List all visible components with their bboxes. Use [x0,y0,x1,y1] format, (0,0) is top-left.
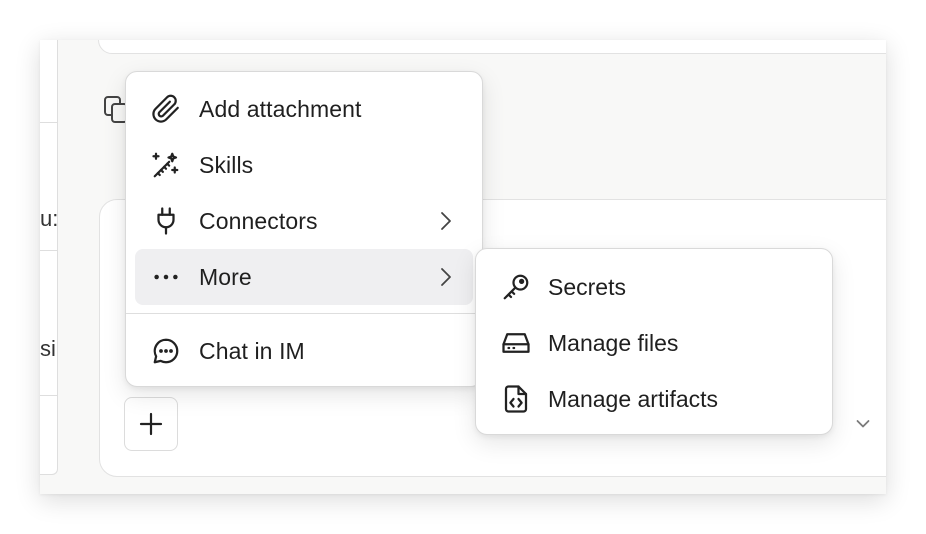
more-horizontal-icon [150,261,182,293]
key-icon [500,271,532,303]
paperclip-icon [150,93,182,125]
attach-menu: Add attachment Skills Connectors More Ch… [125,71,483,387]
submenu-item-manage-artifacts[interactable]: Manage artifacts [488,371,820,427]
sidebar-divider [40,122,57,123]
menu-item-label: Skills [199,151,254,178]
chevron-down-icon [856,420,870,428]
menu-item-skills[interactable]: Skills [135,137,473,193]
sidebar-panel: u: si [40,40,58,475]
plug-icon [150,205,182,237]
submenu-item-label: Secrets [548,273,626,300]
add-button[interactable] [124,397,178,451]
menu-item-chat-in-im[interactable]: Chat in IM [135,323,473,379]
menu-item-label: More [199,263,252,290]
code-file-icon [500,383,532,415]
magic-wand-icon [150,149,182,181]
menu-divider [126,313,482,314]
submenu-item-manage-files[interactable]: Manage files [488,315,820,371]
submenu-item-label: Manage artifacts [548,385,719,412]
sidebar-divider [40,250,57,251]
chevron-right-icon [441,268,451,286]
menu-item-label: Connectors [199,207,318,234]
chevron-right-icon [441,212,451,230]
submenu-item-secrets[interactable]: Secrets [488,259,820,315]
more-submenu: Secrets Manage files Manage artifacts [475,248,833,435]
menu-item-label: Chat in IM [199,337,305,364]
menu-item-connectors[interactable]: Connectors [135,193,473,249]
submenu-item-label: Manage files [548,329,679,356]
message-card [98,40,886,54]
sidebar-item-label[interactable]: u: [40,207,57,231]
menu-item-label: Add attachment [199,95,362,122]
plus-icon [139,412,163,436]
chat-bubble-icon [150,335,182,367]
sidebar-item-label[interactable]: si [40,337,56,361]
menu-item-more[interactable]: More [135,249,473,305]
sidebar-divider [40,395,57,396]
hard-drive-icon [500,327,532,359]
menu-item-add-attachment[interactable]: Add attachment [135,81,473,137]
